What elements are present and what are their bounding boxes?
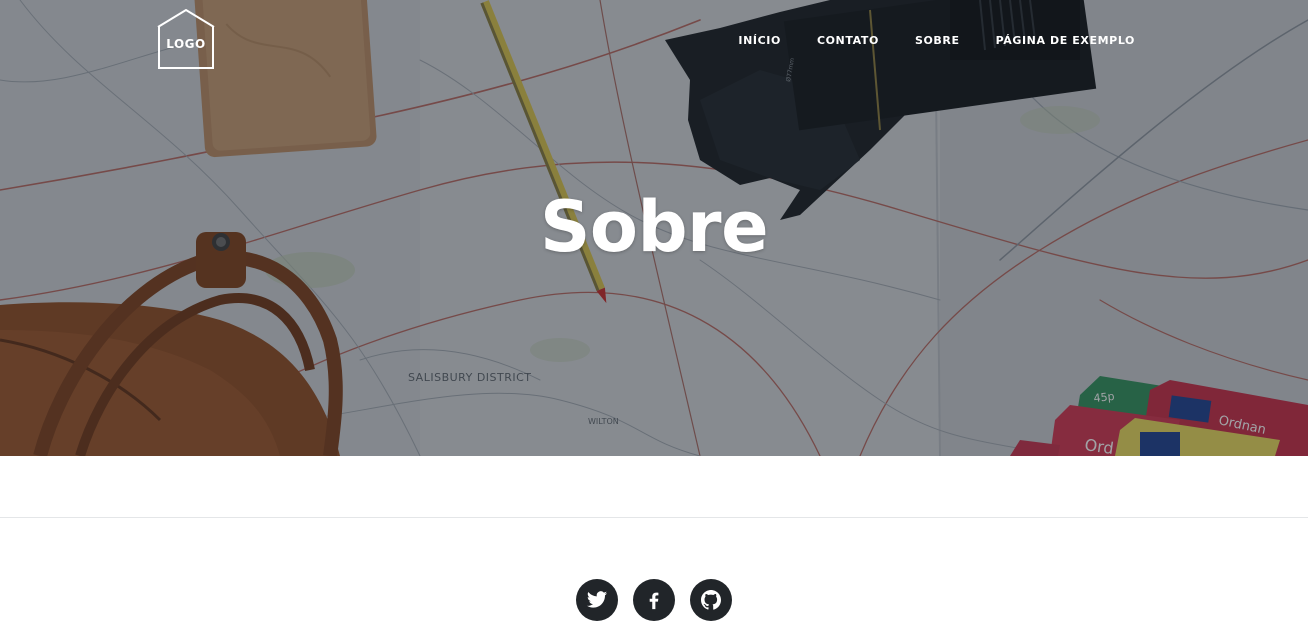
logo-text: LOGO	[166, 37, 206, 51]
twitter-icon	[586, 591, 608, 608]
facebook-link[interactable]	[633, 579, 675, 621]
hero-header: SALISBURY DISTRICT WILTON Ø77mm 45p Ordn…	[0, 0, 1308, 456]
facebook-icon	[649, 592, 659, 610]
github-link[interactable]	[690, 579, 732, 621]
twitter-link[interactable]	[576, 579, 618, 621]
logo-link[interactable]: LOGO	[155, 9, 217, 69]
nav-item-sobre[interactable]: SOBRE	[915, 34, 960, 47]
nav-item-contato[interactable]: CONTATO	[817, 34, 879, 47]
page-title: Sobre	[539, 186, 769, 268]
nav-item-inicio[interactable]: INÍCIO	[738, 34, 781, 47]
github-icon	[701, 590, 722, 610]
main-nav: INÍCIO CONTATO SOBRE PÁGINA DE EXEMPLO	[738, 34, 1135, 47]
social-links	[0, 579, 1308, 621]
nav-item-pagina-de-exemplo[interactable]: PÁGINA DE EXEMPLO	[996, 34, 1135, 47]
footer-divider	[0, 517, 1308, 518]
